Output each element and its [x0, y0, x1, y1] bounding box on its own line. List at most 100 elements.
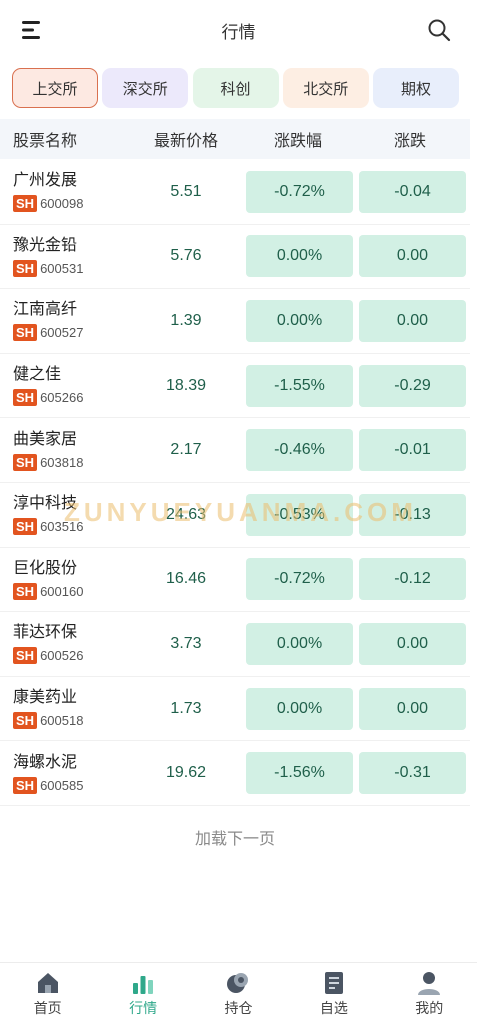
stock-name: 江南高纤: [13, 301, 78, 319]
menu-icon[interactable]: [22, 20, 44, 40]
column-header-change-percent: 涨跌幅: [273, 133, 322, 150]
change-amount-pill: 0.00: [359, 687, 466, 730]
change-amount-pill: 0.00: [359, 299, 466, 342]
stock-name: 巨化股份: [13, 559, 78, 577]
change-amount-pill: -0.31: [359, 752, 466, 795]
table-row[interactable]: 健之佳 SH 605266 18.39 -1.55% -0.29: [0, 354, 470, 419]
market-page: 行情 上交所 深交所 科创 北交所 期权 股票名称 最新价格 涨跌幅 涨跌 广州…: [0, 0, 477, 1024]
change-amount-pill: -0.04: [359, 170, 466, 213]
market-badge: SH: [13, 259, 38, 277]
tab-label: 期权: [400, 80, 431, 98]
table-row[interactable]: 曲美家居 SH 603818 2.17 -0.46% -0.01: [0, 418, 470, 483]
stock-code: 600518: [40, 713, 84, 729]
watchlist-icon: [324, 971, 343, 994]
table-row[interactable]: 海螺水泥 SH 600585 19.62 -1.56% -0.31: [0, 741, 470, 806]
tab-szse[interactable]: 深交所: [102, 68, 189, 108]
change-percent-pill: 0.00%: [246, 235, 353, 278]
nav-label: 自选: [319, 999, 348, 1016]
latest-price: 3.73: [170, 634, 202, 652]
stock-name-cell: 豫光金铅 SH 600531: [0, 236, 130, 277]
change-percent-pill: -0.72%: [246, 170, 353, 213]
market-badge: SH: [13, 389, 38, 407]
column-header-change: 涨跌: [393, 133, 426, 150]
table-row[interactable]: 淳中科技 SH 603516 24.63 -0.53% -0.13: [0, 483, 470, 548]
stock-name: 淳中科技: [13, 495, 78, 513]
nav-label: 持仓: [224, 999, 253, 1016]
stock-code-line: SH 603516: [13, 518, 130, 536]
table-row[interactable]: 菲达环保 SH 600526 3.73 0.00% 0.00: [0, 612, 470, 677]
nav-item-holdings[interactable]: 持仓: [203, 970, 273, 1018]
market-badge: SH: [13, 582, 38, 600]
latest-price: 18.39: [165, 376, 207, 394]
change-percent-pill: 0.00%: [246, 622, 353, 665]
table-row[interactable]: 康美药业 SH 600518 1.73 0.00% 0.00: [0, 677, 470, 742]
stock-code: 600526: [40, 648, 84, 664]
stock-code: 603516: [40, 519, 84, 535]
change-amount-pill: -0.29: [359, 364, 466, 407]
nav-item-profile[interactable]: 我的: [394, 970, 464, 1018]
stock-name-cell: 江南高纤 SH 600527: [0, 300, 130, 342]
latest-price: 2.17: [170, 441, 202, 459]
stock-list: 广州发展 SH 600098 5.51 -0.72% -0.04 豫光金铅 SH 600531 5…: [0, 160, 470, 806]
home-icon: [37, 972, 58, 993]
stock-name: 曲美家居: [13, 430, 78, 448]
stock-code-line: SH 600526: [13, 647, 130, 665]
change-percent-pill: 0.00%: [246, 299, 353, 342]
stock-code-line: SH 603818: [13, 453, 130, 471]
market-badge: SH: [13, 712, 38, 730]
stock-code-line: SH 600098: [13, 195, 130, 213]
change-amount-pill: -0.13: [359, 493, 466, 536]
stock-name: 广州发展: [13, 172, 78, 190]
stock-name: 菲达环保: [13, 624, 78, 642]
table-row[interactable]: 豫光金铅 SH 600531 5.76 0.00% 0.00: [0, 225, 470, 290]
exchange-tabs: 上交所 深交所 科创 北交所 期权: [12, 68, 459, 108]
tab-options[interactable]: 期权: [373, 68, 459, 108]
column-header-name: 股票名称: [13, 133, 78, 150]
stock-code-line: SH 600527: [13, 324, 130, 342]
stock-code: 600160: [40, 583, 84, 599]
nav-label: 我的: [415, 999, 444, 1016]
tab-label: 深交所: [122, 80, 168, 98]
stock-name-cell: 菲达环保 SH 600526: [0, 623, 130, 665]
nav-item-watchlist[interactable]: 自选: [299, 970, 369, 1018]
change-percent-pill: 0.00%: [246, 687, 353, 730]
table-header: 股票名称 最新价格 涨跌幅 涨跌: [0, 119, 470, 159]
change-amount-pill: 0.00: [359, 622, 466, 665]
stock-name: 海螺水泥: [13, 753, 78, 771]
latest-price: 16.46: [165, 570, 207, 588]
tab-label: 上交所: [32, 80, 78, 98]
stock-name: 健之佳: [13, 366, 62, 384]
change-amount-pill: 0.00: [359, 235, 466, 278]
change-amount-pill: -0.01: [359, 429, 466, 472]
stock-code-line: SH 605266: [13, 389, 130, 407]
nav-item-home[interactable]: 首页: [13, 970, 83, 1018]
nav-label: 行情: [129, 999, 158, 1016]
change-percent-pill: -1.56%: [246, 752, 353, 795]
nav-item-market[interactable]: 行情: [108, 970, 178, 1018]
market-badge: SH: [13, 518, 38, 536]
stock-code: 600531: [40, 260, 84, 276]
stock-code: 603818: [40, 454, 84, 470]
search-icon[interactable]: [427, 18, 451, 42]
table-row[interactable]: 江南高纤 SH 600527 1.39 0.00% 0.00: [0, 289, 470, 354]
table-row[interactable]: 巨化股份 SH 600160 16.46 -0.72% -0.12: [0, 548, 470, 613]
latest-price: 1.73: [170, 699, 202, 717]
stock-code: 600585: [40, 777, 84, 793]
load-more-link[interactable]: 加载下一页: [0, 825, 470, 849]
table-row[interactable]: 广州发展 SH 600098 5.51 -0.72% -0.04: [0, 160, 470, 225]
tab-bse[interactable]: 北交所: [282, 68, 369, 108]
tab-star-market[interactable]: 科创: [192, 68, 279, 108]
latest-price: 24.63: [165, 505, 207, 523]
stock-name-cell: 巨化股份 SH 600160: [0, 559, 130, 600]
page-title: 行情: [221, 22, 256, 42]
market-badge: SH: [13, 453, 38, 471]
stock-name-cell: 海螺水泥 SH 600585: [0, 753, 130, 794]
tab-label: 北交所: [303, 80, 349, 98]
market-chart-icon: [133, 975, 154, 994]
bottom-nav: 首页 行情 持仓 自选 我的: [0, 962, 477, 1024]
stock-code-line: SH 600531: [13, 259, 130, 277]
tab-label: 科创: [220, 80, 251, 98]
stock-name-cell: 健之佳 SH 605266: [0, 365, 130, 407]
tab-sse[interactable]: 上交所: [12, 68, 98, 108]
stock-code: 605266: [40, 390, 84, 406]
